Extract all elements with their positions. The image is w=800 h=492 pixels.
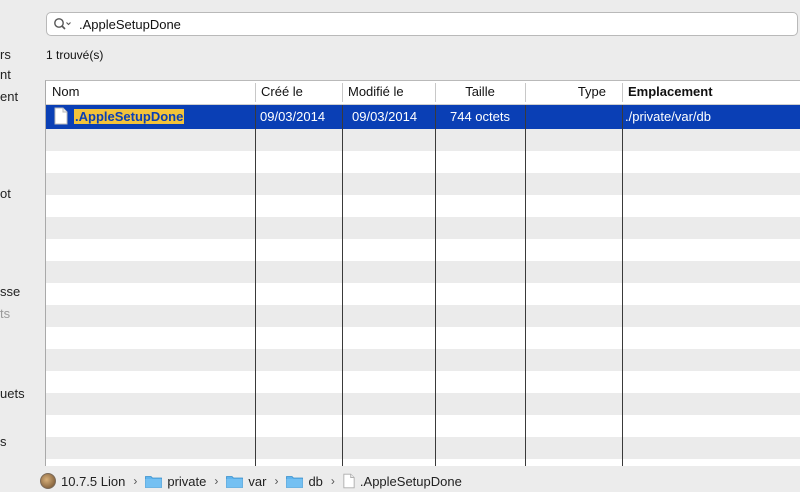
- sidebar: rs nt ent ot sse ts uets s: [0, 0, 36, 470]
- folder-icon: [286, 475, 304, 488]
- empty-row: [46, 415, 800, 437]
- magnifier-icon[interactable]: [47, 13, 79, 35]
- folder-icon: [145, 475, 163, 488]
- column-gridline: [342, 105, 343, 466]
- column-gridline: [622, 105, 623, 466]
- path-item-label: .AppleSetupDone: [359, 473, 462, 489]
- file-icon: [54, 107, 68, 125]
- path-item-db[interactable]: db: [286, 473, 323, 489]
- column-header-modified[interactable]: Modifié le: [342, 81, 435, 104]
- path-item-var[interactable]: var: [226, 474, 266, 489]
- path-bar: 10.7.5 Lion › private › var › db › .Appl…: [0, 470, 800, 492]
- empty-row: [46, 327, 800, 349]
- empty-row: [46, 305, 800, 327]
- search-input[interactable]: .AppleSetupDone: [79, 17, 181, 32]
- path-item-volume[interactable]: 10.7.5 Lion: [40, 473, 125, 489]
- cell-type: [525, 105, 622, 129]
- chevron-right-icon: ›: [330, 474, 335, 488]
- empty-row: [46, 217, 800, 239]
- column-header-type[interactable]: Type: [525, 81, 622, 104]
- path-item-label: 10.7.5 Lion: [61, 473, 126, 489]
- table-row[interactable]: .AppleSetupDone 09/03/2014 09/03/2014 74…: [46, 105, 800, 129]
- cell-location: ./private/var/db: [625, 109, 711, 124]
- column-header-created[interactable]: Créé le: [255, 81, 342, 104]
- empty-row: [46, 371, 800, 393]
- empty-row: [46, 437, 800, 459]
- cell-created: 09/03/2014: [260, 109, 326, 124]
- empty-row: [46, 129, 800, 151]
- path-item-file[interactable]: .AppleSetupDone: [343, 473, 462, 489]
- chevron-right-icon: ›: [274, 474, 279, 488]
- search-field[interactable]: .AppleSetupDone: [46, 12, 798, 36]
- sidebar-item[interactable]: ts: [0, 306, 10, 321]
- empty-row: [46, 151, 800, 173]
- empty-row: [46, 173, 800, 195]
- sidebar-item[interactable]: ot: [0, 186, 11, 201]
- file-name[interactable]: .AppleSetupDone: [72, 105, 255, 129]
- empty-row: [46, 393, 800, 415]
- column-gridline: [435, 105, 436, 466]
- path-item-label: var: [248, 473, 267, 489]
- folder-icon: [226, 475, 244, 488]
- sidebar-item[interactable]: sse: [0, 284, 20, 299]
- cell-size: 744 octets: [450, 109, 510, 124]
- results-table: Nom Créé le Modifié le Taille Type Empla…: [45, 80, 800, 466]
- sidebar-item[interactable]: s: [0, 434, 7, 449]
- cell-modified: 09/03/2014: [352, 109, 418, 124]
- column-header-name[interactable]: Nom: [46, 81, 255, 104]
- sidebar-item[interactable]: uets: [0, 386, 25, 401]
- results-count: 1 trouvé(s): [46, 48, 104, 62]
- column-gridline: [255, 105, 256, 466]
- column-header-size[interactable]: Taille: [435, 81, 525, 104]
- chevron-right-icon: ›: [214, 474, 219, 488]
- sidebar-item[interactable]: rs: [0, 47, 11, 62]
- path-item-label: private: [167, 473, 207, 489]
- sidebar-item[interactable]: ent: [0, 89, 18, 104]
- path-item-label: db: [308, 473, 323, 489]
- sidebar-item[interactable]: nt: [0, 67, 11, 82]
- empty-row: [46, 261, 800, 283]
- table-body: .AppleSetupDone 09/03/2014 09/03/2014 74…: [46, 105, 800, 459]
- disk-icon: [40, 473, 56, 489]
- chevron-right-icon: ›: [133, 474, 138, 488]
- column-gridline: [525, 105, 526, 466]
- search-match-highlight: .AppleSetupDone: [74, 109, 185, 124]
- column-header-location[interactable]: Emplacement: [622, 81, 800, 104]
- table-header: Nom Créé le Modifié le Taille Type Empla…: [46, 81, 800, 105]
- path-item-private[interactable]: private: [145, 474, 206, 489]
- empty-row: [46, 283, 800, 305]
- empty-row: [46, 239, 800, 261]
- empty-row: [46, 195, 800, 217]
- file-icon: [343, 473, 355, 489]
- empty-row: [46, 349, 800, 371]
